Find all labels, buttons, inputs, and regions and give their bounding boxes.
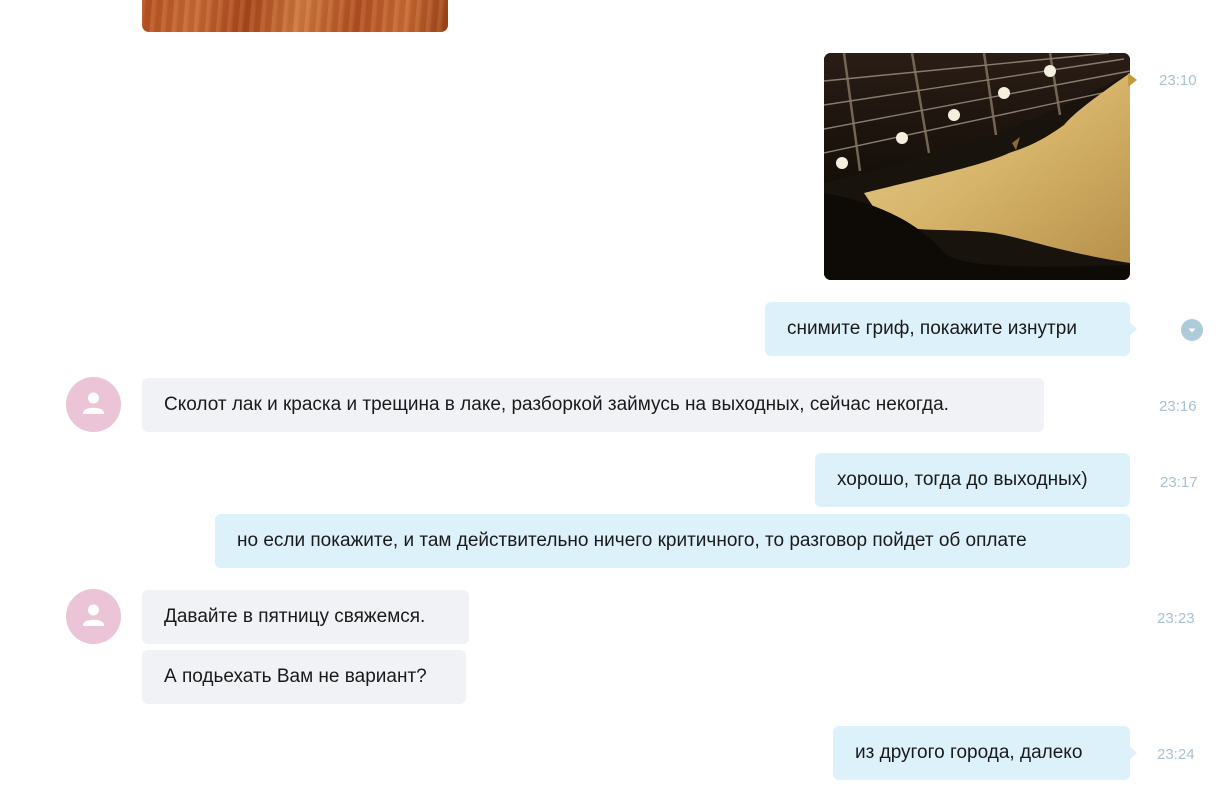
message-bubble-outgoing[interactable]: снимите гриф, покажите изнутри [765, 302, 1130, 356]
message-bubble-outgoing[interactable]: из другого города, далеко [833, 726, 1130, 780]
message-text: но если покажите, и там действительно ни… [237, 530, 1027, 551]
user-silhouette-icon [83, 392, 104, 414]
timestamp: 23:17 [1160, 474, 1198, 491]
chevron-down-glyph [1188, 328, 1196, 333]
bubble-tail [1129, 746, 1137, 760]
chevron-down-icon[interactable] [1181, 319, 1203, 341]
message-text: А подьехать Вам не вариант? [164, 666, 427, 687]
bubble-tail [1128, 73, 1137, 87]
message-bubble-incoming[interactable]: Сколот лак и краска и трещина в лаке, ра… [142, 378, 1044, 432]
timestamp: 23:23 [1157, 610, 1195, 627]
timestamp: 23:10 [1159, 72, 1197, 89]
message-text: Сколот лак и краска и трещина в лаке, ра… [164, 394, 949, 415]
timestamp: 23:16 [1159, 398, 1197, 415]
message-bubble-incoming[interactable]: Давайте в пятницу свяжемся. [142, 590, 469, 644]
message-text: хорошо, тогда до выходных) [837, 469, 1088, 490]
photo-attachment-wood[interactable] [142, 0, 448, 32]
avatar[interactable] [66, 377, 121, 432]
message-bubble-incoming[interactable]: А подьехать Вам не вариант? [142, 650, 466, 704]
bubble-tail [1129, 322, 1137, 336]
user-silhouette-icon [83, 604, 104, 626]
message-bubble-outgoing[interactable]: хорошо, тогда до выходных) [815, 453, 1130, 507]
message-text: из другого города, далеко [855, 742, 1083, 763]
timestamp: 23:24 [1157, 746, 1195, 763]
message-bubble-outgoing[interactable]: но если покажите, и там действительно ни… [215, 514, 1130, 568]
photo-attachment-guitar[interactable] [824, 53, 1130, 280]
guitar-photo-image [824, 53, 1130, 280]
avatar[interactable] [66, 589, 121, 644]
message-text: Давайте в пятницу свяжемся. [164, 606, 426, 627]
message-text: снимите гриф, покажите изнутри [787, 318, 1077, 339]
